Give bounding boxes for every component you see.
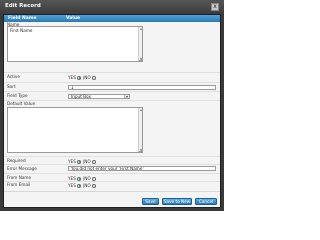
divider (4, 82, 220, 83)
dialog-footer: Save Save to New Cancel (4, 191, 220, 207)
table-header: Field Name Value (4, 15, 220, 22)
active-no-label: NO (84, 75, 91, 80)
cancel-button[interactable]: Cancel (195, 198, 217, 205)
divider (4, 91, 220, 92)
dialog-body: Field Name Value Name First Name Active … (3, 14, 221, 208)
name-value: First Name (10, 28, 33, 33)
active-radio-group: YES | NO (68, 75, 97, 80)
from-email-no-label: NO (84, 183, 91, 188)
from-email-no-radio[interactable] (91, 183, 96, 188)
active-yes-radio[interactable] (76, 75, 81, 80)
divider (4, 173, 220, 174)
from-email-yes-label: YES (68, 183, 76, 188)
column-header-field-name: Field Name (8, 16, 37, 21)
default-value-textarea[interactable] (7, 107, 143, 153)
name-textarea[interactable]: First Name (7, 26, 143, 62)
save-to-new-button[interactable]: Save to New (162, 198, 192, 205)
divider (4, 100, 220, 101)
save-button[interactable]: Save (142, 198, 159, 205)
from-email-label: From Email (7, 182, 31, 187)
chevron-down-icon[interactable] (124, 95, 129, 98)
active-label: Active (7, 74, 20, 79)
field-type-select[interactable]: Input Box (68, 94, 130, 99)
from-name-no-radio[interactable] (91, 176, 96, 181)
divider (4, 181, 220, 182)
edit-record-dialog: Edit Record x Field Name Value Name Firs… (0, 0, 224, 211)
dialog-titlebar[interactable]: Edit Record x (0, 0, 224, 14)
default-value-scrollbar[interactable] (138, 108, 142, 152)
sort-input[interactable]: 1 (68, 85, 216, 90)
name-textarea-scrollbar[interactable] (138, 27, 142, 61)
required-yes-radio[interactable] (76, 159, 81, 164)
active-no-radio[interactable] (91, 75, 96, 80)
required-label: Required (7, 158, 26, 163)
divider (4, 72, 220, 73)
error-message-input[interactable]: You did not enter your 'First Name' (68, 166, 216, 171)
default-value-label: Default Value (7, 101, 36, 106)
field-type-selected: Input Box (71, 94, 91, 99)
active-yes-label: YES (68, 75, 76, 80)
field-type-label: Field Type (7, 93, 28, 98)
dialog-title: Edit Record (5, 3, 41, 9)
error-message-label: Error Message (7, 166, 37, 171)
sort-label: Sort (7, 84, 16, 89)
column-header-value: Value (66, 16, 81, 21)
from-email-yes-radio[interactable] (76, 183, 81, 188)
divider (4, 164, 220, 165)
required-no-radio[interactable] (91, 159, 96, 164)
close-icon[interactable]: x (211, 3, 219, 11)
divider (4, 156, 220, 157)
from-name-label: From Name (7, 175, 32, 180)
resize-grip-icon[interactable] (138, 57, 142, 61)
resize-grip-icon[interactable] (138, 148, 142, 152)
from-name-yes-radio[interactable] (76, 176, 81, 181)
from-email-radio-group: YES | NO (68, 183, 97, 188)
